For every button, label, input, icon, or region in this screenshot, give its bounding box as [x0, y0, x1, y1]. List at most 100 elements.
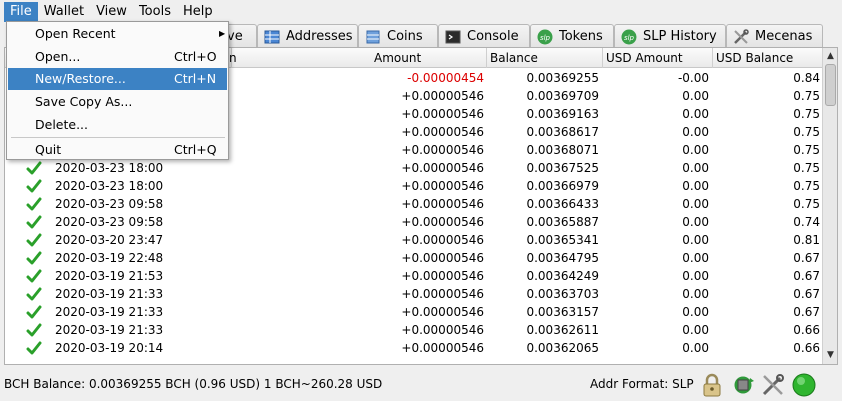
row-balance: 0.00364795 [526, 251, 599, 265]
tab-label: Addresses [286, 29, 353, 44]
row-balance: 0.00368071 [526, 143, 599, 157]
seed-icon[interactable] [730, 372, 756, 398]
table-row[interactable]: 2020-03-19 21:33 +0.00000546 0.00362611 0.0… [5, 321, 822, 339]
scroll-up-arrow-icon[interactable]: ▲ [823, 49, 838, 63]
tab-slp-history[interactable]: slp SLP History [614, 24, 726, 48]
row-balance: 0.00368617 [526, 125, 599, 139]
menu-view[interactable]: View [90, 2, 133, 22]
row-usd-balance: 0.84 [793, 71, 820, 85]
confirmed-check-icon [26, 340, 42, 356]
row-usd-amount: 0.00 [682, 179, 709, 193]
row-usd-balance: 0.75 [793, 161, 820, 175]
menu-item-open[interactable]: Open... Ctrl+O [8, 46, 227, 68]
console-icon [445, 30, 461, 43]
lock-icon[interactable] [699, 372, 725, 398]
menu-item-open-recent[interactable]: Open Recent ▶ [8, 23, 227, 45]
row-amount: +0.00000546 [401, 125, 484, 139]
menu-tools[interactable]: Tools [133, 2, 177, 22]
row-balance: 0.00369163 [526, 107, 599, 121]
menu-item-label: Save Copy As... [35, 94, 133, 109]
vertical-scrollbar[interactable]: ▲ ▼ [822, 48, 837, 364]
row-date: 2020-03-19 22:48 [55, 251, 164, 265]
row-usd-amount: 0.00 [682, 341, 709, 355]
row-usd-amount: 0.00 [682, 323, 709, 337]
svg-text:slp: slp [624, 34, 635, 42]
column-header-usd-balance[interactable]: USD Balance [713, 48, 822, 68]
coins-icon [366, 30, 380, 43]
column-header-amount[interactable]: Amount [371, 48, 487, 68]
menu-item-new-restore[interactable]: New/Restore... Ctrl+N [8, 68, 227, 90]
row-usd-balance: 0.75 [793, 107, 820, 121]
submenu-arrow-icon: ▶ [219, 29, 226, 38]
menu-item-label: Open Recent [35, 26, 116, 41]
row-usd-amount: 0.00 [682, 89, 709, 103]
menu-help[interactable]: Help [177, 2, 219, 22]
row-amount: +0.00000546 [401, 287, 484, 301]
table-row[interactable]: 2020-03-23 09:58 +0.00000546 0.00366433 0.0… [5, 195, 822, 213]
table-row[interactable]: 2020-03-19 20:14 +0.00000546 0.00362065 0.0… [5, 339, 822, 357]
addr-format-status[interactable]: Addr Format: SLP [590, 377, 694, 391]
menu-item-quit[interactable]: Quit Ctrl+Q [8, 139, 227, 161]
table-row[interactable]: 2020-03-19 22:48 +0.00000546 0.00364795 0.0… [5, 249, 822, 267]
row-usd-balance: 0.74 [793, 215, 820, 229]
menu-item-delete[interactable]: Delete... [8, 114, 227, 136]
tab-mecenas[interactable]: Mecenas [726, 24, 823, 48]
column-header-usd-amount[interactable]: USD Amount [603, 48, 713, 68]
row-date: 2020-03-19 21:53 [55, 269, 164, 283]
row-usd-amount: 0.00 [682, 107, 709, 121]
scroll-down-arrow-icon[interactable]: ▼ [823, 348, 838, 362]
confirmed-check-icon [26, 232, 42, 248]
row-usd-balance: 0.75 [793, 197, 820, 211]
menu-separator [11, 137, 225, 138]
row-balance: 0.00369709 [526, 89, 599, 103]
menu-item-label: Quit [35, 142, 62, 157]
table-row[interactable]: 2020-03-23 18:00 +0.00000546 0.00367525 0.0… [5, 159, 822, 177]
table-row[interactable]: 2020-03-19 21:33 +0.00000546 0.00363157 0.0… [5, 303, 822, 321]
row-usd-balance: 0.81 [793, 233, 820, 247]
menu-item-save-copy[interactable]: Save Copy As... [8, 91, 227, 113]
row-date: 2020-03-20 23:47 [55, 233, 164, 247]
row-usd-balance: 0.66 [793, 323, 820, 337]
row-amount: +0.00000546 [401, 161, 484, 175]
confirmed-check-icon [26, 250, 42, 266]
svg-text:slp: slp [540, 34, 551, 42]
tools-icon [734, 28, 749, 44]
row-date: 2020-03-19 21:33 [55, 287, 164, 301]
tab-coins[interactable]: Coins [358, 24, 438, 48]
table-row[interactable]: 2020-03-20 23:47 +0.00000546 0.00365341 0.0… [5, 231, 822, 249]
row-usd-amount: 0.00 [682, 125, 709, 139]
menu-file[interactable]: File [4, 1, 38, 22]
menu-wallet[interactable]: Wallet [38, 2, 90, 22]
row-usd-amount: 0.00 [682, 269, 709, 283]
confirmed-check-icon [26, 286, 42, 302]
row-usd-amount: 0.00 [682, 161, 709, 175]
tab-label: Tokens [559, 29, 603, 44]
row-usd-amount: 0.00 [682, 233, 709, 247]
row-usd-amount: -0.00 [677, 71, 709, 85]
column-header-balance[interactable]: Balance [487, 48, 603, 68]
tab-addresses[interactable]: Addresses [257, 24, 358, 48]
balance-status: BCH Balance: 0.00369255 BCH (0.96 USD) 1… [4, 377, 383, 391]
scrollbar-thumb[interactable] [825, 64, 836, 106]
preferences-icon[interactable] [760, 372, 786, 398]
table-row[interactable]: 2020-03-23 18:00 +0.00000546 0.00366979 0.0… [5, 177, 822, 195]
row-balance: 0.00364249 [526, 269, 599, 283]
row-usd-amount: 0.00 [682, 215, 709, 229]
tab-console[interactable]: Console [438, 24, 530, 48]
row-date: 2020-03-23 09:58 [55, 197, 164, 211]
network-status-icon[interactable] [791, 372, 817, 398]
row-usd-balance: 0.75 [793, 89, 820, 103]
menu-bar: File Wallet View Tools Help [0, 0, 842, 22]
tab-tokens[interactable]: slp Tokens [530, 24, 614, 48]
row-amount: -0.00000454 [407, 71, 484, 85]
table-row[interactable]: 2020-03-23 09:58 +0.00000546 0.00365887 0.0… [5, 213, 822, 231]
table-row[interactable]: 2020-03-19 21:33 +0.00000546 0.00363703 0.0… [5, 285, 822, 303]
table-row[interactable]: 2020-03-19 21:53 +0.00000546 0.00364249 0.0… [5, 267, 822, 285]
row-usd-amount: 0.00 [682, 251, 709, 265]
row-date: 2020-03-23 18:00 [55, 161, 164, 175]
confirmed-check-icon [26, 196, 42, 212]
menu-item-shortcut: Ctrl+N [174, 71, 217, 86]
row-amount: +0.00000546 [401, 341, 484, 355]
row-usd-amount: 0.00 [682, 287, 709, 301]
row-usd-amount: 0.00 [682, 143, 709, 157]
